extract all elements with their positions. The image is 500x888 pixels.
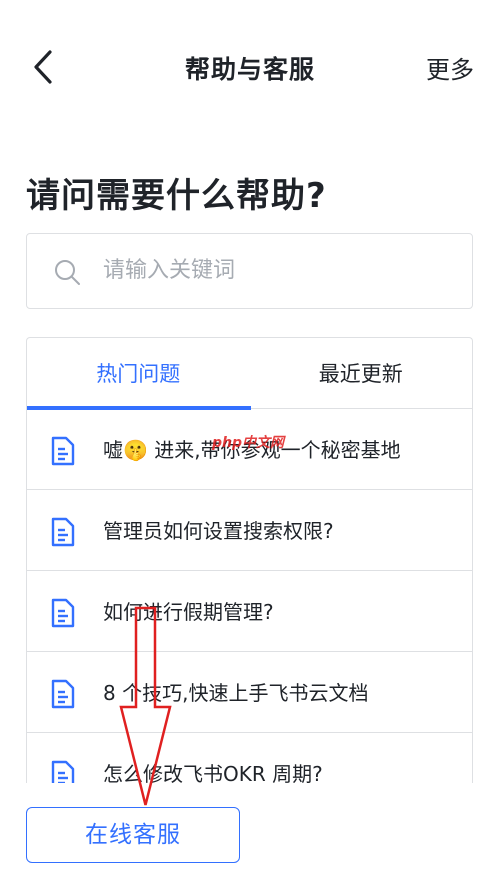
search-icon [55, 260, 80, 285]
question-item[interactable]: 如何进行假期管理? [27, 571, 472, 652]
document-icon [51, 436, 75, 466]
more-button[interactable]: 更多 [426, 50, 474, 85]
watermark: php中文网 [212, 435, 285, 451]
page-title: 请问需要什么帮助? [26, 176, 327, 216]
document-icon [51, 760, 75, 783]
document-icon [51, 679, 75, 709]
tab-recent-updates[interactable]: 最近更新 [250, 338, 473, 408]
help-card: 热门问题 最近更新 嘘🤫 进来,带你参观一个秘密基地 管理员如何设置搜索权限? … [26, 337, 473, 783]
online-service-button[interactable]: 在线客服 [26, 807, 240, 863]
question-item[interactable]: 8 个技巧,快速上手飞书云文档 [27, 652, 472, 733]
nav-title: 帮助与客服 [184, 55, 315, 84]
document-icon [51, 517, 75, 547]
nav-bar: 帮助与客服 更多 [0, 0, 500, 130]
search-box[interactable] [26, 233, 473, 309]
question-text: 管理员如何设置搜索权限? [103, 519, 334, 543]
question-item[interactable]: 怎么修改飞书OKR 周期? [27, 733, 472, 783]
search-input[interactable] [103, 250, 443, 290]
red-arrow-annotation [119, 606, 172, 806]
question-item[interactable]: 管理员如何设置搜索权限? [27, 490, 472, 571]
document-icon [51, 598, 75, 628]
tab-bar: 热门问题 最近更新 [27, 338, 473, 410]
tab-hot-questions[interactable]: 热门问题 [27, 338, 250, 408]
